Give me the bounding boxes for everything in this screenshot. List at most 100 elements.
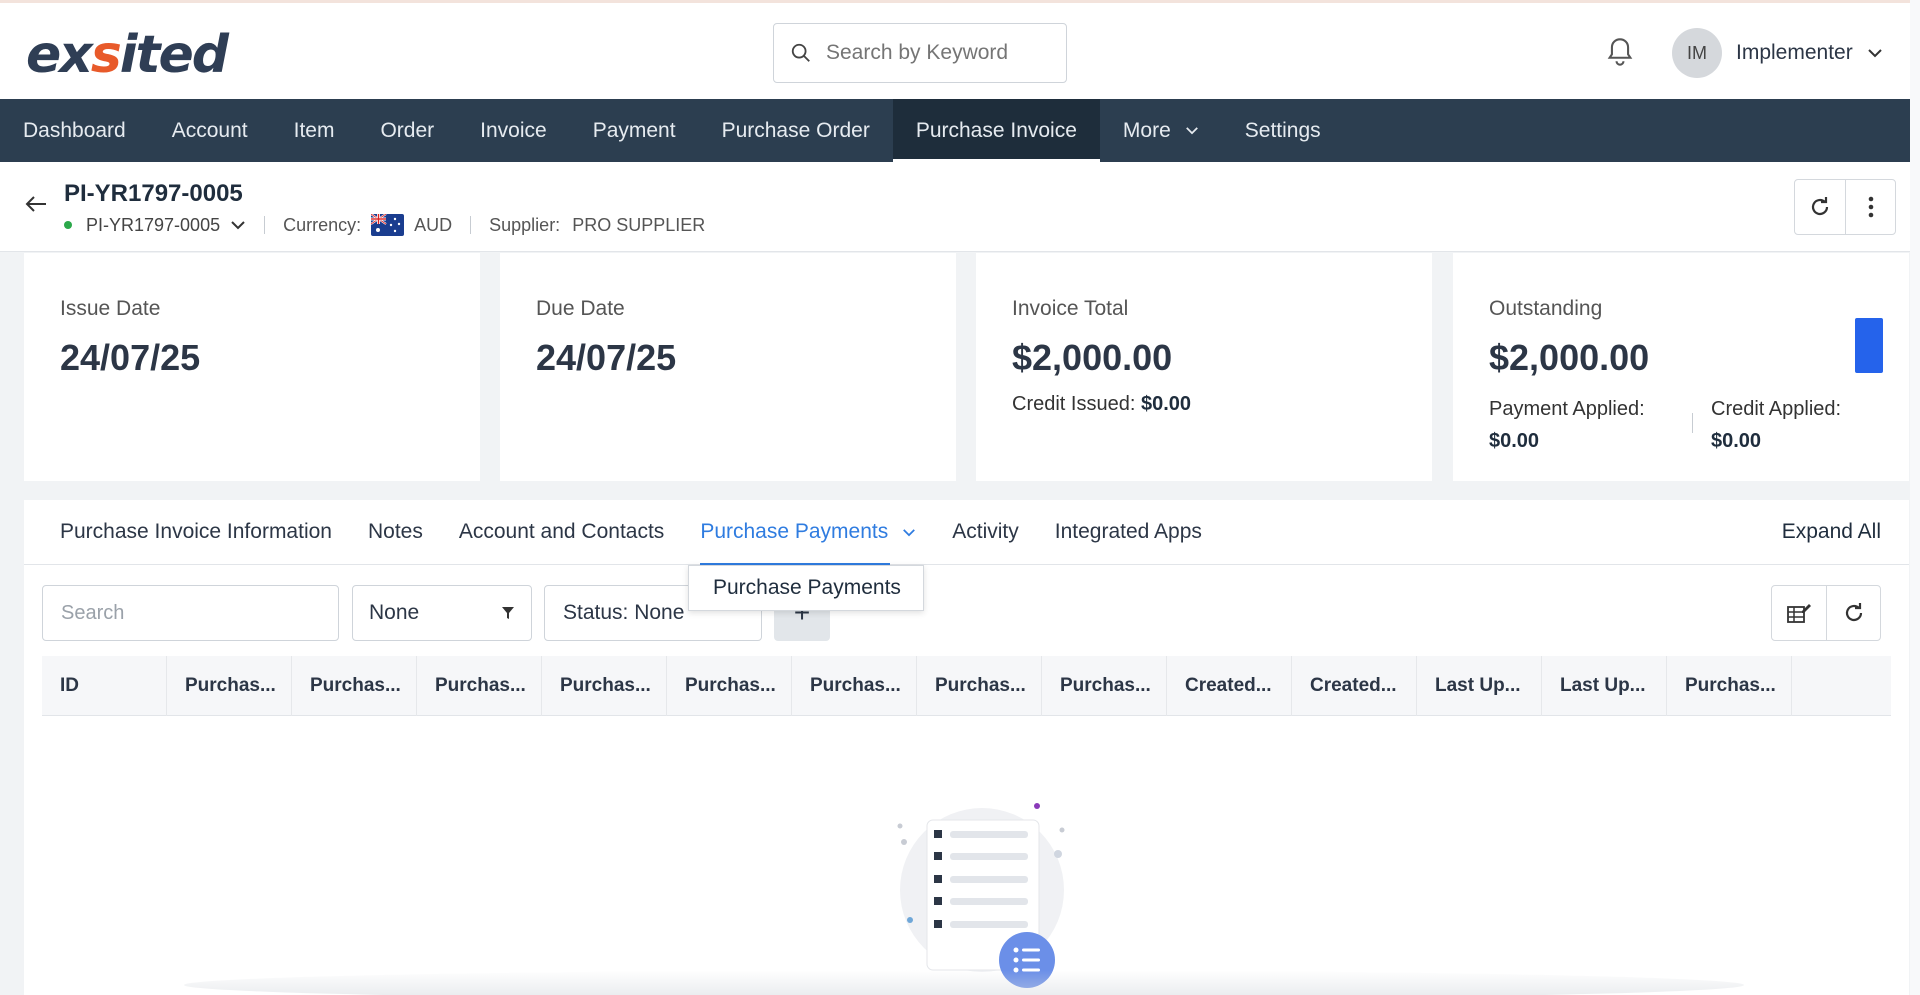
filter-icon: [502, 607, 514, 619]
global-search[interactable]: [773, 23, 1067, 83]
tab-label: Notes: [367, 520, 423, 543]
due-date-card: Due Date 24/07/25: [500, 253, 956, 481]
column-header[interactable]: Purchas...: [292, 656, 417, 716]
logo[interactable]: exsited: [26, 25, 229, 85]
tab-integrated-apps[interactable]: Integrated Apps: [1037, 500, 1220, 565]
view-select[interactable]: None: [352, 585, 532, 641]
record-switcher[interactable]: PI-YR1797-0005: [86, 215, 220, 236]
avatar: IM: [1672, 28, 1722, 78]
search-icon: [791, 43, 810, 62]
expand-all-button[interactable]: Expand All: [1782, 520, 1881, 544]
chevron-down-icon[interactable]: [230, 220, 246, 230]
australia-flag-icon: [371, 214, 405, 236]
column-header[interactable]: Purchas...: [792, 656, 917, 716]
divider: [470, 216, 472, 234]
card-value: 24/07/25: [60, 337, 201, 378]
nav-label: Purchase Invoice: [915, 118, 1077, 142]
refresh-button[interactable]: [1795, 180, 1845, 234]
tab-label: Purchase Payments: [700, 520, 889, 543]
payment-applied-label: Payment Applied:: [1489, 398, 1645, 420]
nav-label: Dashboard: [23, 118, 126, 142]
tab-dropdown-item[interactable]: Purchase Payments: [688, 565, 924, 611]
column-header[interactable]: Purchas...: [1667, 656, 1792, 716]
tab-account-and-contacts[interactable]: Account and Contacts: [441, 500, 682, 565]
nav-purchase-invoice[interactable]: Purchase Invoice: [892, 99, 1101, 162]
payment-applied: Payment Applied: $0.00: [1489, 393, 1645, 457]
outstanding-indicator: [1855, 318, 1883, 373]
divider: [264, 216, 266, 234]
card-label: Due Date: [536, 297, 625, 320]
status-filter-label: Status: None: [563, 601, 685, 624]
currency-label: Currency:: [283, 214, 362, 235]
nav-order[interactable]: Order: [357, 99, 457, 162]
record-header: PI-YR1797-0005 PI-YR1797-0005 Currency: …: [0, 162, 1920, 252]
tab-notes[interactable]: Notes: [350, 500, 441, 565]
bell-icon[interactable]: [1606, 37, 1634, 67]
column-header[interactable]: Purchas...: [542, 656, 667, 716]
kebab-icon: [1868, 196, 1873, 218]
column-header[interactable]: Created...: [1167, 656, 1292, 716]
column-header[interactable]: Last Up...: [1542, 656, 1667, 716]
footer-shadow: [184, 970, 1744, 995]
column-header[interactable]: Last Up...: [1417, 656, 1542, 716]
nav-label: Purchase Order: [721, 118, 870, 142]
credit-issued-value: $0.00: [1140, 393, 1192, 415]
credit-applied: Credit Applied: $0.00: [1711, 393, 1841, 457]
column-header[interactable]: Purchas...: [417, 656, 542, 716]
page-scrollbar[interactable]: [1910, 0, 1920, 995]
tab-activity[interactable]: Activity: [934, 500, 1037, 565]
nav-more[interactable]: More: [1100, 99, 1222, 162]
tab-label: Integrated Apps: [1054, 520, 1202, 543]
tab-label: Activity: [952, 520, 1019, 543]
divider: [1692, 413, 1693, 433]
nav-payment[interactable]: Payment: [570, 99, 699, 162]
empty-state-illustration: [897, 803, 1065, 988]
card-label: Invoice Total: [1012, 297, 1129, 320]
table-search-input[interactable]: [42, 585, 339, 641]
nav-label: Payment: [592, 118, 676, 142]
credit-issued: Credit Issued: $0.00: [1012, 393, 1191, 416]
nav-label: Settings: [1244, 118, 1321, 142]
nav-settings[interactable]: Settings: [1222, 99, 1344, 162]
column-header[interactable]: ID: [42, 656, 167, 716]
refresh-icon: [1811, 197, 1829, 216]
back-arrow-icon[interactable]: [24, 194, 48, 214]
user-name: Implementer: [1736, 41, 1853, 64]
top-bar: exsited IM Implementer: [0, 0, 1920, 99]
edit-columns-button[interactable]: [1772, 586, 1826, 640]
chevron-down-icon[interactable]: [902, 528, 916, 537]
payment-applied-value: $0.00: [1489, 430, 1540, 452]
outstanding-card: Outstanding $2,000.00 Payment Applied: $0…: [1453, 253, 1909, 481]
nav-label: Account: [171, 118, 248, 142]
header-actions: [1794, 179, 1896, 235]
column-header[interactable]: Purchas...: [1042, 656, 1167, 716]
column-header[interactable]: Created...: [1292, 656, 1417, 716]
nav-dashboard[interactable]: Dashboard: [0, 99, 149, 162]
nav-invoice[interactable]: Invoice: [457, 99, 570, 162]
logo-text: ex: [26, 25, 93, 85]
tab-bar: Purchase Invoice Information Notes Accou…: [24, 500, 1909, 566]
more-actions-button[interactable]: [1845, 180, 1895, 234]
nav-account[interactable]: Account: [149, 99, 271, 162]
tab-purchase-payments[interactable]: Purchase Payments: [682, 500, 934, 566]
card-value: $2,000.00: [1012, 337, 1173, 378]
tab-label: Account and Contacts: [458, 520, 665, 543]
page-title: PI-YR1797-0005: [64, 180, 243, 207]
nav-purchase-order[interactable]: Purchase Order: [699, 99, 893, 162]
nav-item[interactable]: Item: [271, 99, 358, 162]
invoice-total-card: Invoice Total $2,000.00 Credit Issued: $…: [976, 253, 1432, 481]
table-refresh-button[interactable]: [1826, 586, 1880, 640]
column-header[interactable]: Purchas...: [167, 656, 292, 716]
nav-label: Order: [380, 118, 435, 142]
column-header[interactable]: Purchas...: [667, 656, 792, 716]
nav-label: More: [1122, 118, 1171, 142]
credit-issued-label: Credit Issued:: [1012, 393, 1136, 415]
summary-cards: Issue Date 24/07/25 Due Date 24/07/25 In…: [24, 253, 1909, 481]
column-header[interactable]: Purchas...: [917, 656, 1042, 716]
status-dot: [64, 221, 72, 229]
global-search-input[interactable]: [826, 41, 1046, 65]
tab-purchase-invoice-information[interactable]: Purchase Invoice Information: [42, 500, 350, 565]
card-label: Outstanding: [1489, 297, 1603, 320]
supplier-value: PRO SUPPLIER: [572, 214, 706, 235]
user-menu[interactable]: IM Implementer: [1672, 28, 1883, 78]
